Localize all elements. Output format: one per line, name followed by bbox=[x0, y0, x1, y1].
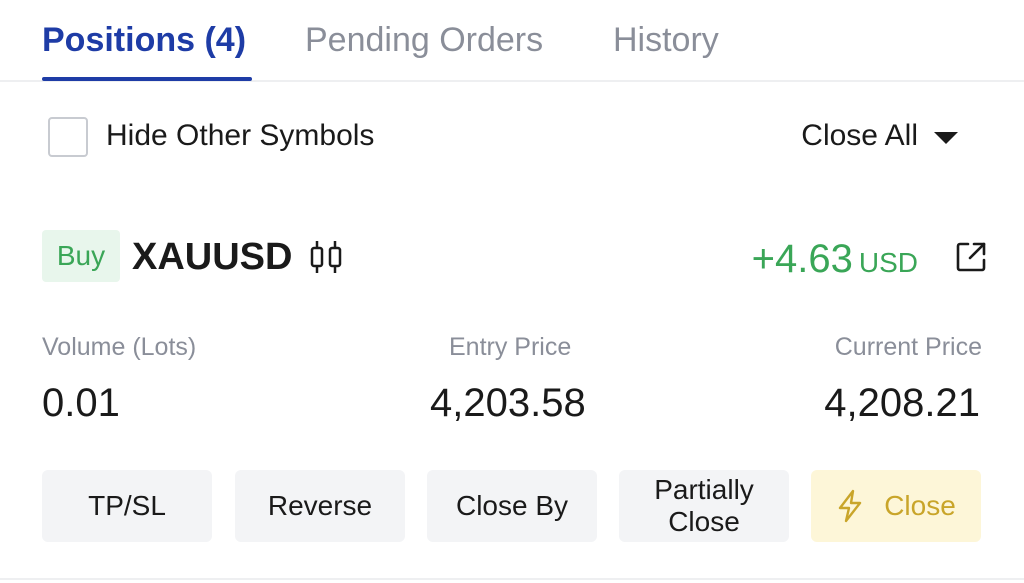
tab-history[interactable]: History bbox=[613, 20, 719, 60]
pnl-value: +4.63 bbox=[751, 237, 853, 281]
close-all-button[interactable]: Close All bbox=[801, 118, 918, 154]
side-badge: Buy bbox=[42, 230, 120, 282]
close-by-label: Close By bbox=[455, 490, 569, 521]
candlestick-icon[interactable] bbox=[308, 239, 344, 275]
floating-pnl: +4.63 USD bbox=[752, 234, 918, 293]
partially-close-label-line2: Close bbox=[668, 506, 740, 537]
tp-sl-label: TP/SL bbox=[88, 490, 166, 521]
external-link-icon[interactable] bbox=[954, 240, 988, 274]
volume-value: 0.01 bbox=[42, 381, 120, 425]
hide-other-symbols-label[interactable]: Hide Other Symbols bbox=[106, 118, 374, 154]
partially-close-label-line1: Partially bbox=[654, 474, 754, 505]
caret-down-icon[interactable] bbox=[934, 132, 958, 144]
active-tab-indicator bbox=[42, 77, 252, 81]
reverse-label: Reverse bbox=[267, 490, 373, 521]
reverse-button[interactable]: Reverse bbox=[235, 470, 405, 542]
hide-other-symbols-checkbox[interactable] bbox=[48, 117, 88, 157]
filter-row: Hide Other Symbols Close All bbox=[0, 110, 1024, 164]
tab-pending-orders[interactable]: Pending Orders bbox=[305, 20, 543, 60]
tab-bar: Positions (4) Pending Orders History bbox=[0, 0, 1024, 82]
partially-close-button[interactable]: Partially Close bbox=[619, 470, 789, 542]
lightning-icon bbox=[839, 489, 862, 523]
bottom-divider bbox=[0, 578, 1024, 580]
entry-price-label: Entry Price bbox=[449, 333, 572, 361]
volume-label: Volume (Lots) bbox=[42, 333, 197, 361]
close-by-button[interactable]: Close By bbox=[427, 470, 597, 542]
tab-positions[interactable]: Positions (4) bbox=[42, 20, 246, 60]
tp-sl-button[interactable]: TP/SL bbox=[42, 470, 212, 542]
current-price-label: Current Price bbox=[834, 333, 982, 361]
current-price-value: 4,208.21 bbox=[824, 381, 980, 425]
entry-price-value: 4,203.58 bbox=[430, 381, 586, 425]
close-label: Close bbox=[884, 490, 956, 521]
close-position-button[interactable]: Close bbox=[811, 470, 981, 542]
symbol-name: XAUUSD bbox=[132, 236, 293, 278]
pnl-unit: USD bbox=[858, 247, 918, 278]
